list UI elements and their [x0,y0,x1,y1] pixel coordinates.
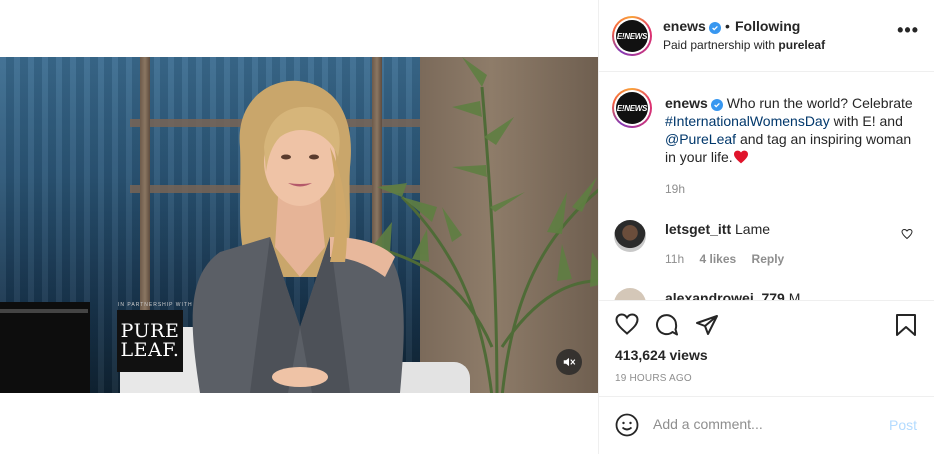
red-heart-icon [733,150,748,164]
smiley-icon[interactable] [615,413,639,437]
pure-leaf-logo: PURE LEAF. [117,310,183,372]
desk-edge [0,309,88,313]
caption-text-2: with E! and [833,113,903,129]
partner-link[interactable]: pureleaf [778,38,825,52]
comment-icon[interactable] [655,313,679,337]
share-icon[interactable] [695,313,719,337]
view-count[interactable]: 413,624 views [615,347,708,363]
comment-username[interactable]: letsget_itt [665,221,731,237]
mention-link[interactable]: @PureLeaf [665,131,736,147]
caption-author-avatar[interactable]: E!NEWS [612,88,652,128]
heart-icon[interactable] [615,313,639,335]
caption-timestamp[interactable]: 19h [665,182,685,196]
mute-button[interactable] [556,349,582,375]
post-caption: enews Who run the world? Celebrate #Inte… [665,94,915,166]
avatar-text: E!NEWS [616,103,648,113]
logo-line-2: LEAF. [120,339,180,361]
following-button[interactable]: Following [735,18,800,34]
partnership-prefix: Paid partnership with [663,38,776,52]
add-comment-bar: Post [599,396,934,454]
caption-username[interactable]: enews [665,95,708,111]
paid-partnership: Paid partnership with pureleaf [663,38,825,52]
partnership-overlay-text: IN PARTNERSHIP WITH [118,302,193,308]
comment-2: alexandrowei_779 M [665,290,800,300]
post-header: E!NEWS enews • Following Paid partnershi… [599,0,934,72]
hashtag-link[interactable]: #InternationalWomensDay [665,113,830,129]
media-top-margin [0,0,598,57]
comment-reply-button[interactable]: Reply [752,252,785,266]
comment-likes[interactable]: 4 likes [699,252,736,266]
comment-time[interactable]: 11h [665,252,684,266]
post-timestamp[interactable]: 19 HOURS AGO [615,373,692,384]
desk-monitor [0,302,90,393]
comment-text: Lame [735,221,771,237]
bookmark-icon[interactable] [895,313,917,337]
host-figure [192,80,404,393]
comments-section[interactable]: E!NEWS enews Who run the world? Celebrat… [599,72,934,300]
comment-1: letsget_itt Lame [665,221,770,237]
more-options-button[interactable]: ••• [897,21,919,39]
video-player[interactable]: IN PARTNERSHIP WITH PURE LEAF. [0,57,598,393]
verified-badge-icon [708,22,721,34]
author-username-text[interactable]: enews [663,18,706,34]
post-side-panel: E!NEWS enews • Following Paid partnershi… [598,0,934,454]
commenter-avatar[interactable] [614,288,646,300]
comment-meta: 11h 4 likes Reply [665,252,796,266]
speaker-muted-icon [563,357,576,367]
add-comment-input[interactable] [653,411,873,437]
comment-text: M [788,290,801,300]
author-username[interactable]: enews [663,18,721,34]
media-bottom-margin [0,393,598,454]
separator-dot: • [725,18,730,34]
comment-username[interactable]: alexandrowei_779 [665,290,785,300]
post-actions: 413,624 views 19 HOURS AGO [599,300,934,396]
avatar-text: E!NEWS [616,31,648,41]
comment-like-heart-icon[interactable] [901,228,913,240]
author-avatar[interactable]: E!NEWS [612,16,652,56]
verified-badge-icon [710,99,723,111]
post-comment-button[interactable]: Post [889,417,917,433]
caption-text-1: Who run the world? Celebrate [726,95,913,111]
commenter-avatar[interactable] [614,220,646,252]
